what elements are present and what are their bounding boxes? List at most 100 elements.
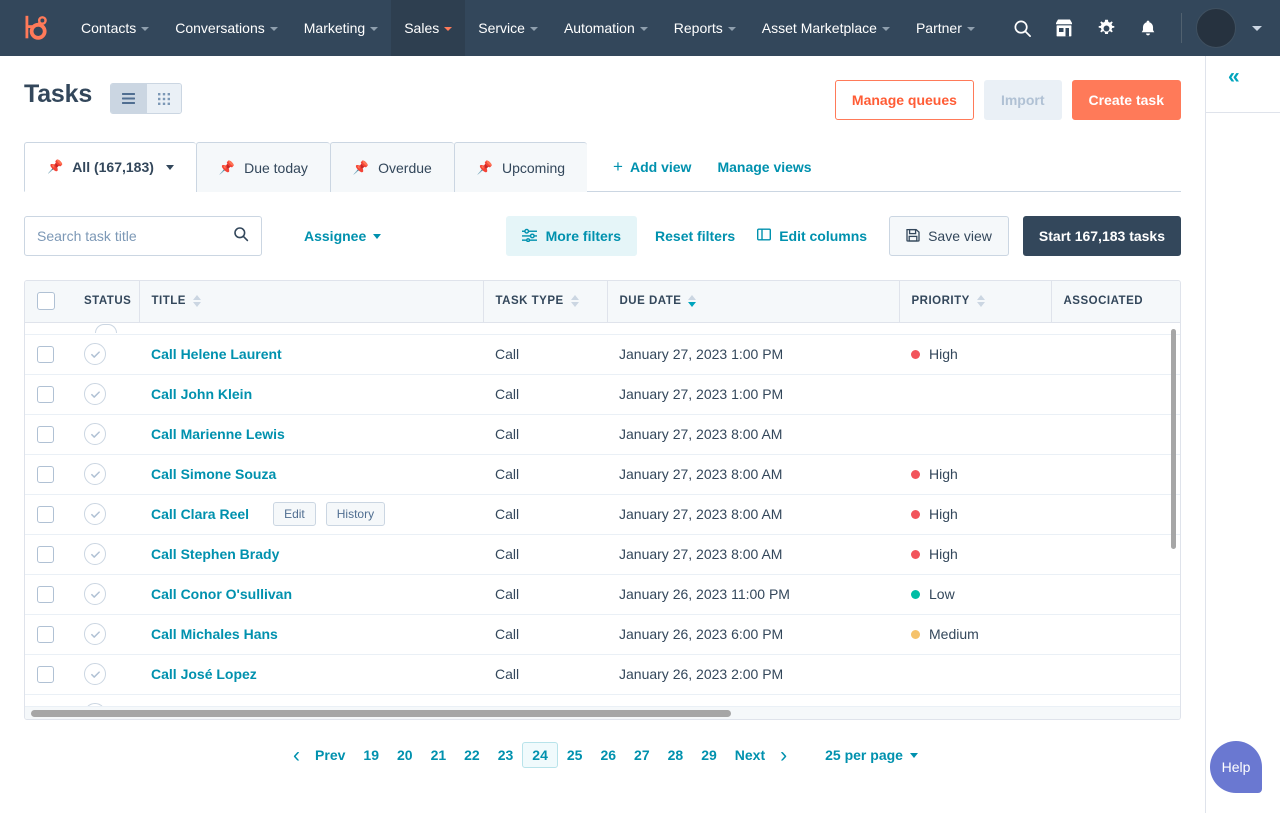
nav-item-automation[interactable]: Automation [551,0,661,56]
reset-filters-button[interactable]: Reset filters [655,228,735,244]
more-filters-button[interactable]: More filters [506,216,637,256]
task-title-link[interactable]: Call José Lopez [151,666,257,682]
task-title-link[interactable]: Call John Klein [151,386,252,402]
select-all-checkbox[interactable] [37,292,55,310]
row-checkbox[interactable] [37,386,54,403]
horizontal-scrollbar[interactable] [25,706,1180,719]
notifications-bell-icon[interactable] [1129,9,1167,47]
column-priority[interactable]: PRIORITY [899,281,1051,322]
import-button[interactable]: Import [984,80,1062,120]
per-page-dropdown[interactable]: 25 per page [825,747,918,763]
column-status[interactable]: STATUS [72,281,139,322]
row-checkbox[interactable] [37,666,54,683]
column-task-type[interactable]: TASK TYPE [483,281,607,322]
settings-gear-icon[interactable] [1087,9,1125,47]
column-title[interactable]: TITLE [139,281,483,322]
hubspot-sprocket-logo[interactable] [16,11,50,45]
chevron-double-left-icon[interactable]: « [1228,66,1240,87]
task-title-link[interactable]: Call Simone Souza [151,466,276,482]
table-row[interactable]: Call Stephen BradyCallJanuary 27, 2023 8… [25,534,1181,574]
row-checkbox[interactable] [37,346,54,363]
list-view-button[interactable] [111,84,146,113]
table-row[interactable]: Call Marienne LewisCallJanuary 27, 2023 … [25,414,1181,454]
search-icon[interactable] [1003,9,1041,47]
page-number-21[interactable]: 21 [422,743,456,767]
avatar[interactable] [1196,8,1236,48]
manage-queues-button[interactable]: Manage queues [835,80,974,120]
edit-columns-button[interactable]: Edit columns [757,228,867,244]
next-button[interactable]: Next [726,747,774,763]
horizontal-scrollbar-thumb[interactable] [31,710,731,717]
complete-task-icon[interactable] [84,583,106,605]
page-number-20[interactable]: 20 [388,743,422,767]
sort-icon[interactable] [977,295,985,307]
row-checkbox[interactable] [37,546,54,563]
next-arrow-icon[interactable]: › [774,745,793,766]
page-number-24[interactable]: 24 [522,742,558,768]
prev-arrow-icon[interactable]: ‹ [287,745,306,766]
page-number-27[interactable]: 27 [625,743,659,767]
table-row[interactable]: Call Clara ReelEditHistoryCallJanuary 27… [25,494,1181,534]
row-checkbox[interactable] [37,586,54,603]
row-checkbox[interactable] [37,626,54,643]
task-title-link[interactable]: Call Marienne Lewis [151,426,285,442]
search-task-title-box[interactable] [24,216,262,256]
complete-task-icon[interactable] [84,543,106,565]
add-view-button[interactable]: + Add view [613,158,691,175]
table-row[interactable]: Call José LopezCallJanuary 26, 2023 2:00… [25,654,1181,694]
history-button[interactable]: History [326,502,385,526]
nav-item-conversations[interactable]: Conversations [162,0,291,56]
task-title-link[interactable]: Call Michales Hans [151,626,278,642]
page-number-19[interactable]: 19 [354,743,388,767]
board-view-button[interactable] [146,84,181,113]
row-checkbox[interactable] [37,426,54,443]
row-checkbox[interactable] [37,506,54,523]
complete-task-icon[interactable] [84,423,106,445]
nav-item-asset-marketplace[interactable]: Asset Marketplace [749,0,903,56]
table-row[interactable]: Call Simone SouzaCallJanuary 27, 2023 8:… [25,454,1181,494]
task-title-link[interactable]: Call Conor O'sullivan [151,586,292,602]
complete-task-icon[interactable] [84,663,106,685]
row-checkbox[interactable] [37,466,54,483]
complete-task-icon[interactable] [84,623,106,645]
help-button[interactable]: Help [1210,741,1262,793]
nav-item-sales[interactable]: Sales [391,0,465,56]
table-row[interactable]: Call John KleinCallJanuary 27, 2023 1:00… [25,374,1181,414]
page-number-28[interactable]: 28 [659,743,693,767]
page-number-26[interactable]: 26 [591,743,625,767]
page-number-29[interactable]: 29 [692,743,726,767]
edit-button[interactable]: Edit [273,502,316,526]
page-number-22[interactable]: 22 [455,743,489,767]
column-associated[interactable]: ASSOCIATED [1051,281,1181,322]
marketplace-icon[interactable] [1045,9,1083,47]
task-title-link[interactable]: Call Stephen Brady [151,546,279,562]
complete-task-icon[interactable] [84,383,106,405]
manage-views-button[interactable]: Manage views [717,159,811,175]
start-tasks-button[interactable]: Start 167,183 tasks [1023,216,1181,256]
vertical-scrollbar-thumb[interactable] [1171,329,1176,549]
task-title-link[interactable]: Call Clara Reel [151,506,249,522]
page-number-23[interactable]: 23 [489,743,523,767]
table-row[interactable]: Call Helene LaurentCallJanuary 27, 2023 … [25,334,1181,374]
search-input[interactable] [37,228,233,244]
create-task-button[interactable]: Create task [1072,80,1182,120]
nav-item-marketing[interactable]: Marketing [291,0,391,56]
sort-icon[interactable] [571,295,579,307]
assignee-filter-dropdown[interactable]: Assignee [304,228,381,244]
search-icon[interactable] [233,226,249,247]
prev-button[interactable]: Prev [306,747,354,763]
save-view-button[interactable]: Save view [889,216,1009,256]
complete-task-icon[interactable] [84,463,106,485]
nav-item-partner[interactable]: Partner [903,0,988,56]
column-due-date[interactable]: DUE DATE [607,281,899,322]
chevron-down-icon[interactable] [1252,26,1262,31]
complete-task-icon[interactable] [84,343,106,365]
table-row[interactable]: Call Conor O'sullivanCallJanuary 26, 202… [25,574,1181,614]
task-title-link[interactable]: Call Helene Laurent [151,346,282,362]
tab-all[interactable]: 📌 All (167,183) [24,142,196,192]
tab-due-today[interactable]: 📌 Due today [196,142,330,192]
complete-task-icon[interactable] [84,503,106,525]
nav-item-service[interactable]: Service [465,0,551,56]
page-number-25[interactable]: 25 [558,743,592,767]
tab-upcoming[interactable]: 📌 Upcoming [454,142,587,192]
